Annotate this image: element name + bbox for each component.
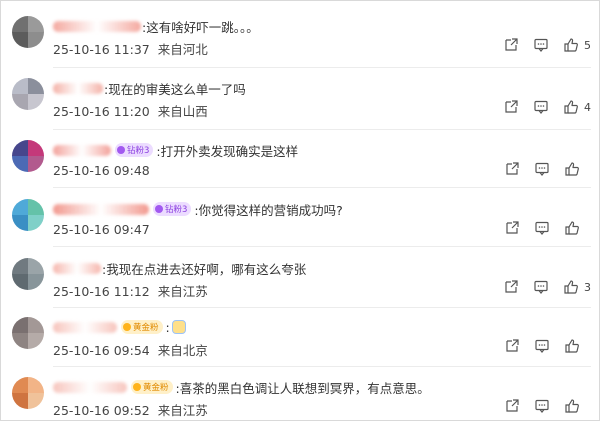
thumbs-up-icon[interactable] xyxy=(563,279,579,295)
thumbs-up-icon[interactable] xyxy=(563,99,579,115)
username-blurred[interactable] xyxy=(53,381,127,393)
like-button[interactable]: 4 xyxy=(563,99,591,115)
fan-badge[interactable]: 钻粉3 xyxy=(115,143,154,157)
username-blurred[interactable] xyxy=(53,203,149,215)
crown-icon xyxy=(123,323,131,331)
comment-text: :你觉得这样的营销成功吗? xyxy=(194,202,343,218)
comment-location: 来自江苏 xyxy=(157,284,208,299)
fan-badge[interactable]: 黄金粉 xyxy=(131,380,173,394)
comment-date: 25-10-16 09:47 xyxy=(53,222,150,237)
thumbs-up-icon[interactable] xyxy=(564,220,580,236)
comment-date: 25-10-16 09:52 xyxy=(53,403,150,418)
comment-text: :喜茶的黑白色调让人联想到冥界，有点意思。 xyxy=(175,380,430,396)
thumbs-up-icon[interactable] xyxy=(563,37,579,53)
comment-icon[interactable] xyxy=(534,161,550,177)
comment-date: 25-10-16 09:54 xyxy=(53,343,150,358)
like-count: 5 xyxy=(584,38,591,52)
share-icon[interactable] xyxy=(504,220,520,236)
divider xyxy=(53,187,591,188)
comment-location: 来自山西 xyxy=(157,104,208,119)
comment-text: :这有啥好吓一跳。。。 xyxy=(142,19,259,35)
comment-date: 25-10-16 11:37 xyxy=(53,42,150,57)
share-icon[interactable] xyxy=(503,279,519,295)
like-button[interactable] xyxy=(564,161,591,177)
comment-icon[interactable] xyxy=(534,398,550,414)
comment-text: :打开外卖发现确实是这样 xyxy=(156,143,299,159)
comment-icon[interactable] xyxy=(534,338,550,354)
emoji-face-icon xyxy=(171,320,186,334)
avatar[interactable] xyxy=(12,377,44,409)
comment-icon[interactable] xyxy=(534,220,550,236)
comment-item: 黄金粉 :喜茶的黑白色调让人联想到冥界，有点意思。 25-10-16 09:52… xyxy=(1,377,600,437)
diamond-icon xyxy=(117,146,125,154)
comment-item: :我现在点进去还好啊，哪有这么夸张 25-10-16 11:12 来自江苏 3 xyxy=(1,258,600,318)
username-blurred[interactable] xyxy=(53,144,111,156)
thumbs-up-icon[interactable] xyxy=(564,161,580,177)
avatar[interactable] xyxy=(12,140,44,172)
comment-location: 来自北京 xyxy=(157,343,208,358)
like-button[interactable] xyxy=(564,398,591,414)
like-button[interactable] xyxy=(564,338,591,354)
comment-text: :现在的审美这么单一了吗 xyxy=(104,81,246,97)
divider xyxy=(53,246,591,247)
comment-date: 25-10-16 11:12 xyxy=(53,284,150,299)
username-blurred[interactable] xyxy=(53,82,103,94)
share-icon[interactable] xyxy=(503,37,519,53)
comment-icon[interactable] xyxy=(533,99,549,115)
comment-icon[interactable] xyxy=(533,37,549,53)
share-icon[interactable] xyxy=(504,338,520,354)
like-button[interactable]: 5 xyxy=(563,37,591,53)
thumbs-up-icon[interactable] xyxy=(564,398,580,414)
divider xyxy=(53,67,591,68)
avatar[interactable] xyxy=(12,258,44,290)
comment-text: :我现在点进去还好啊，哪有这么夸张 xyxy=(102,261,307,277)
divider xyxy=(53,129,591,130)
share-icon[interactable] xyxy=(504,161,520,177)
divider xyxy=(53,366,591,367)
thumbs-up-icon[interactable] xyxy=(564,338,580,354)
comment-icon[interactable] xyxy=(533,279,549,295)
comment-item: 钻粉3 :打开外卖发现确实是这样 25-10-16 09:48 xyxy=(1,140,600,200)
divider xyxy=(53,307,591,308)
comment-location: 来自江苏 xyxy=(157,403,208,418)
comment-item: 钻粉3 :你觉得这样的营销成功吗? 25-10-16 09:47 xyxy=(1,199,600,259)
diamond-icon xyxy=(155,205,163,213)
username-blurred[interactable] xyxy=(53,262,101,274)
comment-list-panel: :这有啥好吓一跳。。。 25-10-16 11:37 来自河北 5 :现在的审美… xyxy=(0,0,600,421)
avatar[interactable] xyxy=(12,199,44,231)
crown-icon xyxy=(133,383,141,391)
comment-location: 来自河北 xyxy=(157,42,208,57)
avatar[interactable] xyxy=(12,16,44,48)
share-icon[interactable] xyxy=(504,398,520,414)
comment-date: 25-10-16 11:20 xyxy=(53,104,150,119)
comment-item: 黄金粉 : 25-10-16 09:54 来自北京 xyxy=(1,317,600,377)
username-blurred[interactable] xyxy=(53,321,117,333)
like-button[interactable]: 3 xyxy=(563,279,591,295)
username-blurred[interactable] xyxy=(53,20,141,32)
like-count: 3 xyxy=(584,280,591,294)
avatar[interactable] xyxy=(12,78,44,110)
like-button[interactable] xyxy=(564,220,591,236)
like-count: 4 xyxy=(584,100,591,114)
fan-badge[interactable]: 黄金粉 xyxy=(121,320,163,334)
comment-text: : xyxy=(165,319,170,335)
fan-badge[interactable]: 钻粉3 xyxy=(153,202,192,216)
avatar[interactable] xyxy=(12,317,44,349)
comment-date: 25-10-16 09:48 xyxy=(53,163,150,178)
share-icon[interactable] xyxy=(503,99,519,115)
